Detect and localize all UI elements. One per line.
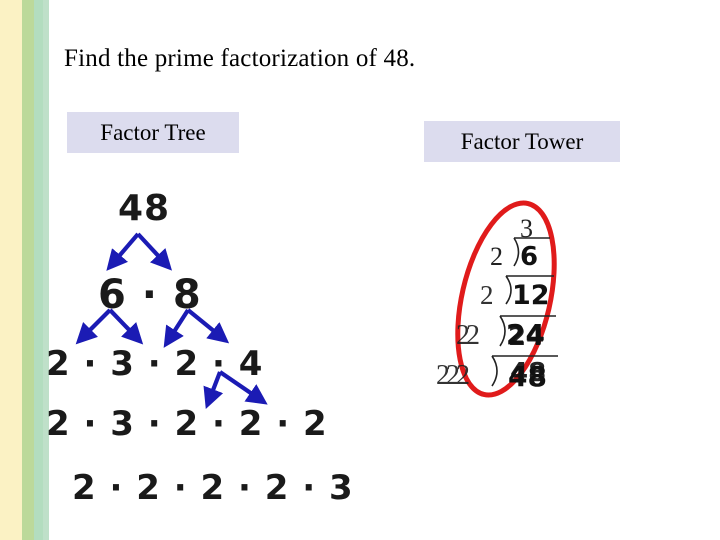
page-title: Find the prime factorization of 48. (64, 45, 416, 72)
tree-row-48: 48 (118, 188, 171, 229)
tower-divisor-4: 222 (436, 360, 470, 391)
arrow-48-to-6 (106, 232, 140, 271)
tower-dividend-3: 24 (506, 318, 545, 351)
division-bracket-1 (513, 237, 520, 267)
green-stripe (22, 0, 34, 540)
tower-dividend-4: 48 (508, 360, 547, 393)
division-bracket-2 (505, 275, 512, 305)
factor-tower-diagram: 3 2 6 2 12 22 24 24 222 48 48 (430, 196, 610, 411)
tower-divisor-1: 2 (490, 242, 503, 271)
tower-dividend-2: 12 (512, 280, 550, 311)
arrow-48-to-8 (136, 232, 173, 271)
tower-divisor-2: 2 (480, 280, 494, 310)
tower-dividend-1: 6 (520, 242, 539, 272)
cream-stripe (0, 0, 22, 540)
slide-canvas: Find the prime factorization of 48. Fact… (0, 0, 720, 540)
tree-row-2-2-2-2-3: 2 · 2 · 2 · 2 · 3 (72, 468, 354, 508)
division-bracket-4 (491, 355, 498, 387)
tower-divisor-3: 22 (456, 320, 480, 351)
factor-tree-label: Factor Tree (67, 112, 239, 153)
tower-top-quotient: 3 (520, 214, 533, 243)
factor-tree-diagram: 48 6 · 8 2 · 3 · 2 · 4 2 · 3 · 2 · 2 · 2… (40, 186, 360, 516)
tree-row-6-8: 6 · 8 (98, 272, 202, 318)
division-bracket-3 (499, 315, 506, 347)
factor-tower-label: Factor Tower (424, 121, 620, 162)
tree-row-2-3-2-4: 2 · 3 · 2 · 4 (46, 344, 264, 384)
tree-row-2-3-2-2-2: 2 · 3 · 2 · 2 · 2 (46, 404, 328, 444)
